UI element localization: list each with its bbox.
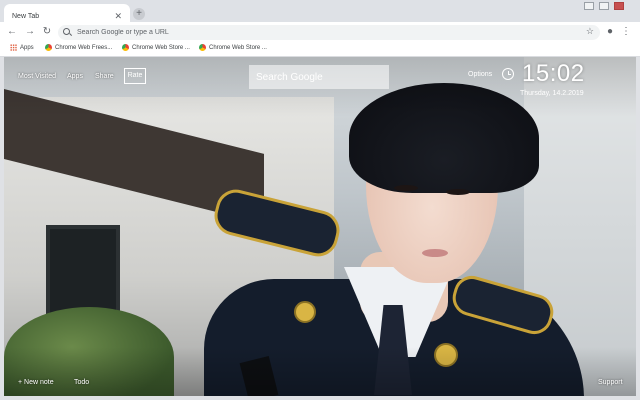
chrome-web-store-icon xyxy=(199,44,206,51)
maximize-icon[interactable] xyxy=(599,2,609,10)
most-visited-link[interactable]: Most Visited xyxy=(18,73,56,80)
left-badge xyxy=(294,301,316,323)
search-icon xyxy=(63,28,72,37)
person-lips xyxy=(422,249,448,257)
bookmark-label: Chrome Web Frees... xyxy=(55,44,113,51)
bookmark-chrome-web-store-2[interactable]: Chrome Web Store ... xyxy=(199,44,267,51)
window-close-icon[interactable] xyxy=(614,2,624,10)
search-input[interactable] xyxy=(256,71,381,83)
person-left-eye xyxy=(394,185,418,191)
tab-title: New Tab xyxy=(12,12,40,20)
minimize-icon[interactable] xyxy=(584,2,594,10)
chrome-web-store-icon xyxy=(122,44,129,51)
new-tab-page: Most Visited Apps Share Rate Options 15:… xyxy=(4,57,636,396)
reload-icon[interactable]: ↻ xyxy=(41,26,53,38)
wallpaper-bottom-shade xyxy=(4,347,636,396)
new-note-link[interactable]: + New note xyxy=(18,379,54,386)
bookmarks-bar: Apps Chrome Web Frees... Chrome Web Stor… xyxy=(0,42,640,57)
browser-toolbar: ← → ↻ ☆ ● ⋮ xyxy=(0,22,640,42)
new-tab-plus-icon[interactable]: + xyxy=(133,8,145,20)
bookmark-chrome-web-free[interactable]: Chrome Web Frees... xyxy=(45,44,112,51)
back-arrow-icon[interactable]: ← xyxy=(6,26,18,38)
bookmark-label: Apps xyxy=(20,44,34,51)
clock-time: 15:02 xyxy=(522,60,585,87)
bookmark-label: Chrome Web Store ... xyxy=(132,44,190,51)
bookmark-chrome-web-store-1[interactable]: Chrome Web Store ... xyxy=(122,44,190,51)
bookmark-label: Chrome Web Store ... xyxy=(209,44,267,51)
apps-grid-icon xyxy=(10,44,17,51)
menu-dots-icon[interactable]: ⋮ xyxy=(620,26,632,38)
options-link[interactable]: Options xyxy=(468,71,492,78)
apps-link[interactable]: Apps xyxy=(67,73,83,80)
close-tab-icon[interactable]: ✕ xyxy=(114,11,122,21)
clock-icon[interactable] xyxy=(502,68,514,80)
forward-arrow-icon[interactable]: → xyxy=(24,26,36,38)
person-right-eye xyxy=(446,189,470,195)
bookmark-star-icon[interactable]: ☆ xyxy=(586,26,594,37)
google-search-box[interactable] xyxy=(249,65,389,89)
chrome-web-store-icon xyxy=(45,44,52,51)
address-bar-input[interactable] xyxy=(77,29,547,36)
omnibox[interactable]: ☆ xyxy=(58,25,600,40)
support-link[interactable]: Support xyxy=(598,379,623,386)
todo-link[interactable]: Todo xyxy=(74,379,89,386)
clock-date: Thursday, 14.2.2019 xyxy=(520,90,584,97)
rate-button[interactable]: Rate xyxy=(124,68,146,84)
profile-avatar-icon[interactable]: ● xyxy=(604,26,616,38)
share-link[interactable]: Share xyxy=(95,73,114,80)
bookmark-apps[interactable]: Apps xyxy=(10,44,34,51)
